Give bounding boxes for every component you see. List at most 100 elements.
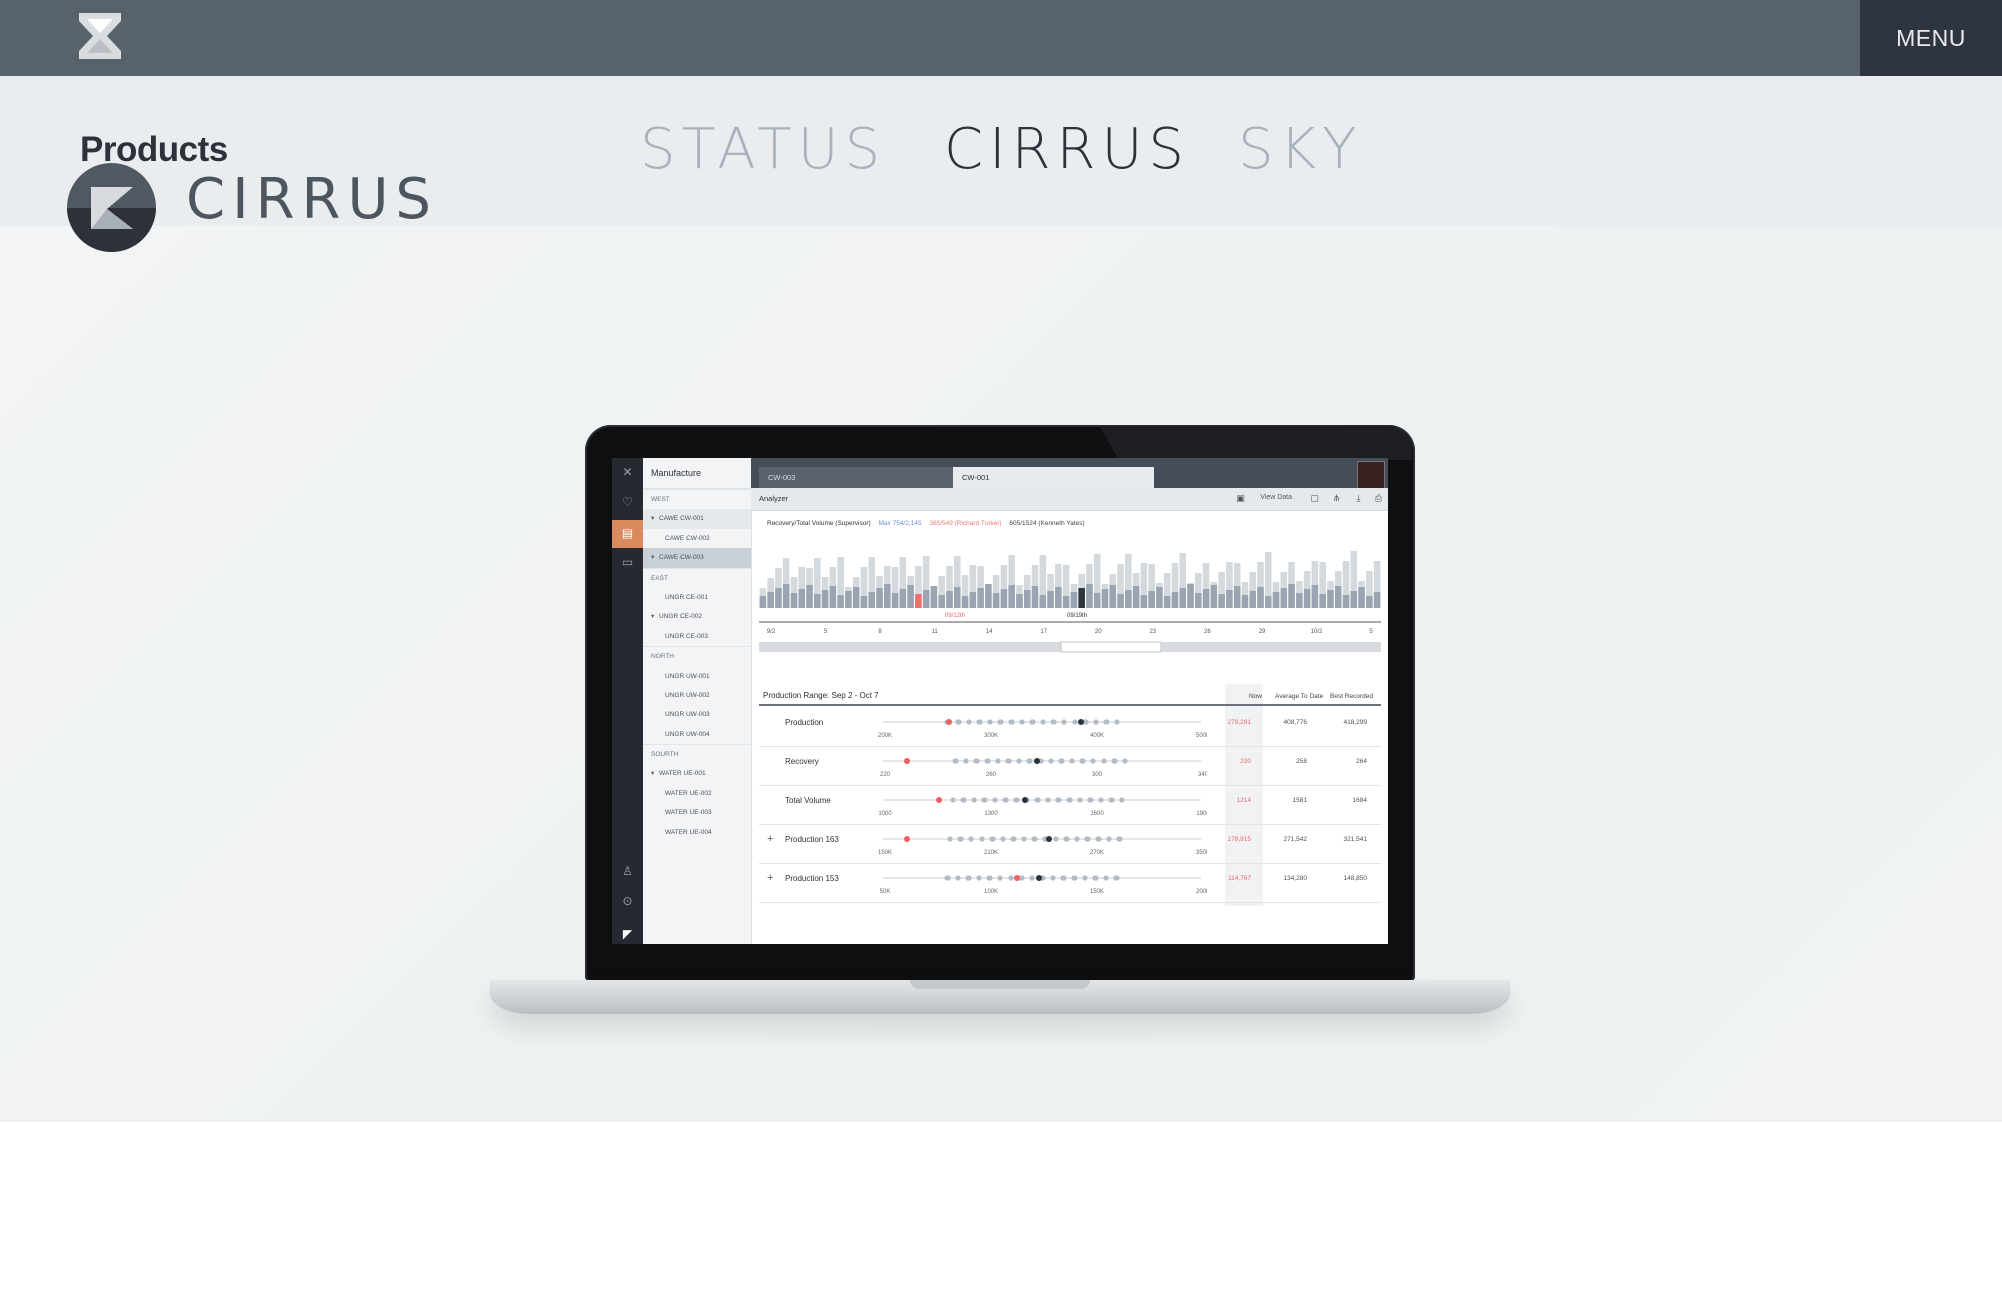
average-value-dot (1036, 875, 1042, 881)
cirrus-k-badge-icon (67, 163, 156, 252)
chart-bar (1342, 595, 1350, 608)
chart-bar (961, 596, 969, 608)
tree-item[interactable]: UNGR UW-003 (643, 705, 751, 724)
hourglass-logo-icon[interactable] (77, 11, 123, 61)
chevron-down-icon[interactable]: ▾ (651, 764, 659, 783)
tab-cirrus[interactable]: CIRRUS (944, 122, 1190, 178)
range-tick-label: 1000 (878, 811, 892, 817)
chart-bar (876, 588, 883, 608)
settings-icon[interactable]: ⊙ (621, 895, 634, 908)
range-dot-plot: 220 260 300 340 (880, 758, 1207, 778)
view-data-button[interactable]: View Data (1260, 494, 1292, 501)
tree-item[interactable]: ▾ UNGR CE-002 (643, 607, 751, 626)
icon-rail: ✕ ♡ ▤ ▭ ♙ ⊙ ◤ (612, 458, 643, 944)
tree-item[interactable]: UNGR CE-003 (643, 627, 751, 646)
range-dot (953, 758, 959, 764)
app-screenshot: ✕ ♡ ▤ ▭ ♙ ⊙ ◤ Manufacture WEST ▾ CAWE CW-0… (612, 458, 1388, 944)
tree-item[interactable]: ▾ WATER UE-001 (643, 764, 751, 783)
range-tick-label: 220 (880, 772, 891, 778)
download-icon[interactable]: ⤓ (1353, 493, 1364, 504)
tree-item[interactable]: WATER UE-004 (643, 823, 751, 842)
range-dot (1035, 797, 1041, 803)
range-dot (997, 875, 1003, 881)
expand-icon[interactable]: + (767, 833, 773, 845)
current-value-dot (1014, 875, 1020, 881)
tab-cw-003[interactable]: CW-003 (759, 467, 958, 488)
chart-bar (1093, 593, 1101, 608)
tab-sky[interactable]: SKY (1238, 122, 1362, 178)
row-value-best: 264 (1356, 758, 1367, 765)
tree-item[interactable]: UNGR UW-001 (643, 667, 751, 686)
share-icon[interactable]: ⋔ (1331, 493, 1342, 504)
avatar[interactable] (1357, 461, 1385, 489)
table-row[interactable]: + Production 153 50K 100K 150K 200K 114,767 134… (759, 863, 1381, 903)
chart-bar (767, 592, 774, 608)
tree-group[interactable]: WEST (643, 489, 751, 509)
image-icon[interactable]: ▣ (1235, 493, 1246, 504)
range-dot (1050, 875, 1056, 881)
chart-bar (1311, 585, 1319, 608)
row-value-now: 230 (1240, 758, 1251, 765)
tree-group[interactable]: NORTH (643, 646, 751, 666)
menu-button[interactable]: MENU (1860, 0, 2002, 76)
chart-bar (1086, 584, 1093, 608)
range-dot (1103, 875, 1109, 881)
tree-group[interactable]: EAST (643, 567, 751, 588)
range-dot (976, 875, 982, 881)
chart-bar (1023, 590, 1031, 608)
comment-icon[interactable]: ▢ (1309, 493, 1320, 504)
tree-item[interactable]: UNGR CE-001 (643, 588, 751, 607)
user-icon[interactable]: ♙ (621, 865, 634, 878)
volume-bar-chart[interactable]: 09/12th 09/19th 9/2 5 8 11 14 17 20 23 26 29 10/2 5 (759, 536, 1381, 658)
range-dot-plot: 200K 300K 400K 500K (878, 719, 1207, 739)
range-dot (1077, 797, 1083, 803)
chart-bar (868, 592, 876, 608)
chart-legend: Recovery/Total Volume (Supervisor) Max 7… (767, 520, 1085, 527)
chart-bar (1210, 585, 1218, 608)
range-dot (1122, 758, 1128, 764)
tab-status[interactable]: STATUS (640, 122, 886, 178)
tab-cw-001[interactable]: CW-001 (953, 467, 1154, 488)
heart-icon[interactable]: ♡ (621, 496, 634, 509)
table-row[interactable]: + Production 163 150K 210K 270K 350K 178,915 27… (759, 824, 1381, 864)
print-icon[interactable]: ⎙ (1373, 493, 1384, 504)
tree-item[interactable]: UNGR UW-004 (643, 725, 751, 744)
row-value-now: 178,915 (1227, 836, 1252, 843)
tree-item[interactable]: ▾ CAWE CW-003 (643, 548, 751, 568)
chart-bar (829, 586, 837, 608)
chart-bar (977, 588, 984, 608)
tree-item[interactable]: UNGR UW-002 (643, 686, 751, 705)
chevron-down-icon[interactable]: ▾ (651, 607, 659, 626)
tree-item[interactable]: ▾ CAWE CW-001 (643, 509, 751, 529)
tree-item[interactable]: CAWE CW-002 (643, 529, 751, 548)
site-tree: Manufacture WEST ▾ CAWE CW-001 CAWE CW-002 ▾… (643, 458, 752, 944)
range-tick-label: 300K (984, 733, 998, 739)
chevron-down-icon[interactable]: ▾ (651, 509, 659, 528)
chevron-down-icon[interactable]: ▾ (651, 548, 659, 567)
tree-item[interactable]: WATER UE-002 (643, 784, 751, 803)
table-row[interactable]: Production 200K 300K 400K 500K 279,291 408,776… (759, 707, 1381, 747)
row-label: Production 163 (785, 835, 839, 844)
chart-bar (1233, 586, 1241, 608)
close-icon[interactable]: ✕ (621, 466, 634, 479)
expand-icon[interactable]: + (767, 872, 773, 884)
tree-group[interactable]: SOURTH (643, 744, 751, 764)
range-tick-label: 150K (878, 850, 892, 856)
factory-icon[interactable]: ▤ (621, 527, 634, 540)
tree-item[interactable]: WATER UE-003 (643, 803, 751, 822)
range-dot (987, 719, 993, 725)
chart-tick-label: 23 (1149, 629, 1156, 635)
chart-bar (759, 596, 767, 608)
table-row[interactable]: Total Volume 1000 1300 1600 1900 1214 1581 1684 (759, 785, 1381, 825)
chart-bar (1319, 594, 1326, 608)
chart-bar (821, 590, 829, 608)
range-dot (985, 758, 991, 764)
chart-bar (953, 587, 961, 608)
table-row[interactable]: Recovery 220 260 300 340 230 258 264 (759, 746, 1381, 786)
chart-bar (1000, 589, 1008, 608)
range-tick-label: 50K (880, 889, 891, 895)
chart-bar (1327, 590, 1334, 608)
stack-icon[interactable]: ▭ (621, 556, 634, 569)
range-dot (966, 719, 972, 725)
chart-scroll-thumb[interactable] (1060, 641, 1162, 653)
